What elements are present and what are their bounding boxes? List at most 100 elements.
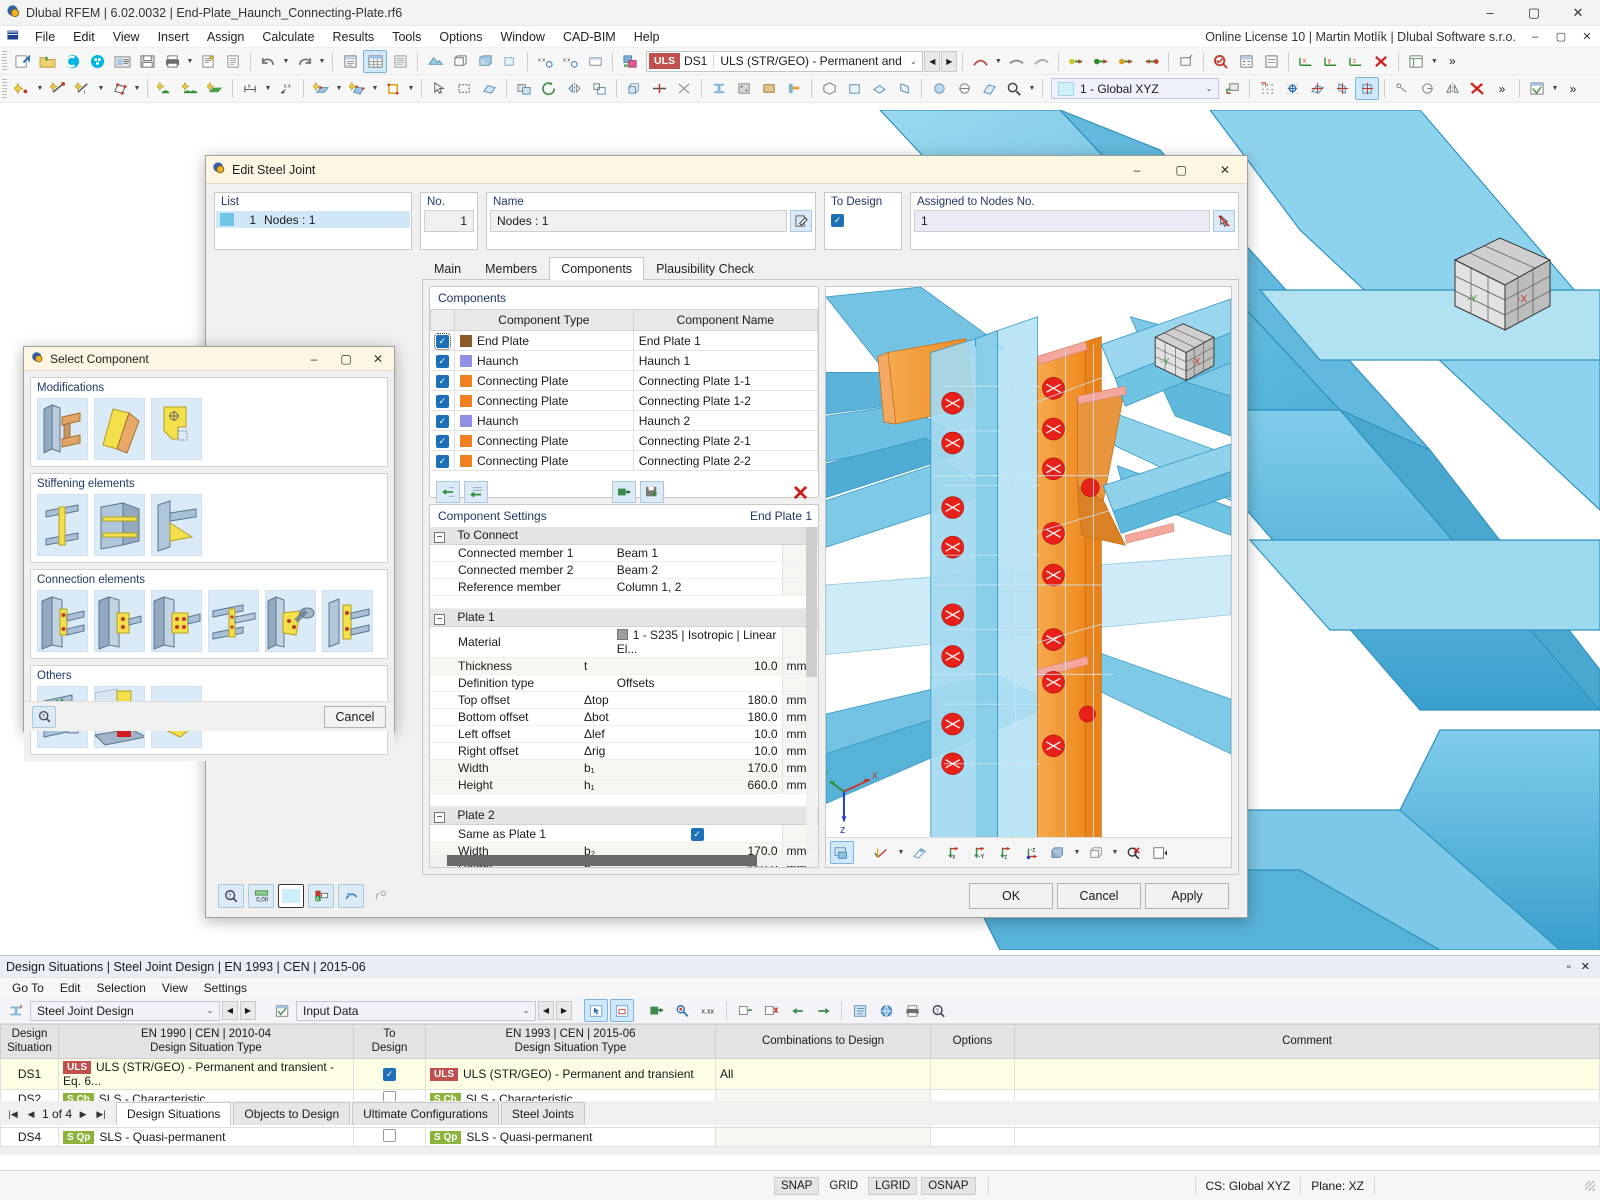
module-next-button[interactable]: ▶ <box>240 1001 256 1020</box>
table-help-icon[interactable]: ? <box>926 999 950 1022</box>
web-help-icon[interactable] <box>874 999 898 1022</box>
view-along-y-icon[interactable]: -Y <box>968 841 992 864</box>
apply-button[interactable]: Apply <box>1145 883 1229 909</box>
open-table-icon[interactable] <box>1525 77 1549 100</box>
toolbar-grip-2[interactable] <box>2 78 7 99</box>
rotate-icon[interactable] <box>537 77 561 100</box>
work-plane-xz-icon[interactable] <box>1355 77 1379 100</box>
sc-maximize-button[interactable]: ▢ <box>330 347 362 371</box>
settings-row[interactable]: Left offset Δlef 10.0 mm <box>430 725 818 743</box>
component-thumb-four-bolt-plate[interactable] <box>151 590 202 652</box>
name-field[interactable]: Nodes : 1 <box>490 210 787 232</box>
redo-icon[interactable] <box>292 50 316 73</box>
deformation-caret[interactable]: ▼ <box>993 50 1003 73</box>
sc-minimize-button[interactable]: – <box>298 347 330 371</box>
settings-row-value[interactable]: 180.0 <box>612 708 782 726</box>
model-properties-icon[interactable] <box>110 50 134 73</box>
show-numbering-icon[interactable]: x.x <box>533 50 557 73</box>
status-lgrid-toggle[interactable]: LGRID <box>868 1176 918 1195</box>
settings-row[interactable]: Definition type Offsets <box>430 674 818 692</box>
doc-minimize-button[interactable]: – <box>1522 26 1548 48</box>
row-checkbox[interactable]: ✓ <box>435 435 449 448</box>
transparent-model-icon[interactable] <box>498 50 522 73</box>
delete-component-icon[interactable] <box>788 481 812 503</box>
delete-selection-icon[interactable] <box>1465 77 1489 100</box>
table-settings-icon[interactable] <box>848 999 872 1022</box>
dialog-maximize-button[interactable]: ▢ <box>1159 156 1203 184</box>
resize-grip-icon[interactable] <box>1585 1180 1595 1191</box>
row-en1990[interactable]: S Qp SLS - Quasi-permanent <box>58 1126 354 1147</box>
viewport-render-mode-icon[interactable] <box>830 841 854 864</box>
toolbar-overflow-3[interactable]: » <box>1561 77 1585 100</box>
bim-import-icon[interactable] <box>85 50 109 73</box>
components-table[interactable]: Component Type Component Name ✓ End Plat… <box>430 309 819 471</box>
doc-restore-button[interactable]: ▢ <box>1548 26 1574 48</box>
row-checkbox[interactable]: ✓ <box>435 375 449 388</box>
print-icon[interactable] <box>160 50 184 73</box>
same-as-plate1-checkbox[interactable]: ✓ <box>690 828 704 841</box>
sheet-tab-ultimate-configurations[interactable]: Ultimate Configurations <box>352 1102 499 1125</box>
new-member-icon[interactable]: I <box>71 77 95 100</box>
view-top-icon[interactable] <box>867 77 891 100</box>
menu-item-edit[interactable]: Edit <box>64 28 104 46</box>
move-component-down-icon[interactable] <box>464 481 488 503</box>
mirror-icon[interactable] <box>562 77 586 100</box>
calculate-all-icon[interactable] <box>1234 50 1258 73</box>
export-table-icon[interactable] <box>644 999 668 1022</box>
settings-row[interactable]: Right offset Δrig 10.0 mm <box>430 742 818 760</box>
viewport-shading-caret[interactable]: ▼ <box>1072 841 1082 864</box>
component-thumb-notch[interactable] <box>151 398 202 460</box>
view-iso-icon[interactable] <box>817 77 841 100</box>
pick-lines-icon[interactable] <box>452 77 476 100</box>
row-en1990[interactable]: ULS ULS (STR/GEO) - Permanent and transie… <box>58 1057 354 1090</box>
component-thumb-fin-plate[interactable] <box>37 590 88 652</box>
settings-row[interactable]: Height h₁ 660.0 mm <box>430 776 818 794</box>
open-file-icon[interactable] <box>35 50 59 73</box>
collapse-toggle-icon[interactable]: − <box>434 532 445 543</box>
check-plausibility-icon[interactable] <box>1209 50 1233 73</box>
table-row[interactable]: ✓ Connecting Plate Connecting Plate 1-1 <box>430 370 819 391</box>
row-checkbox[interactable]: ✓ <box>435 355 449 368</box>
sheet-tab-objects-to-design[interactable]: Objects to Design <box>233 1102 351 1125</box>
load-case-next-button[interactable]: ▶ <box>941 50 958 72</box>
undo-icon[interactable] <box>256 50 280 73</box>
coordinate-system-combo[interactable]: 1 - Global XYZ ⌄ <box>1051 78 1219 99</box>
viewport-panel-toggle-icon[interactable] <box>1148 841 1172 864</box>
new-printout-report-icon[interactable] <box>196 50 220 73</box>
table-panel-icon[interactable] <box>363 49 387 73</box>
data-view-prev-button[interactable]: ◀ <box>538 1001 554 1020</box>
settings-group-header[interactable]: − Plate 1 <box>430 608 818 627</box>
menu-item-insert[interactable]: Insert <box>149 28 198 46</box>
pick-surfaces-icon[interactable] <box>477 77 501 100</box>
doc-close-button[interactable]: ✕ <box>1574 26 1600 48</box>
results-table-icon[interactable] <box>388 50 412 73</box>
btm-menu-selection[interactable]: Selection <box>89 979 154 997</box>
design-situations-table[interactable]: Design Situation EN 1990 | CEN | 2010-04… <box>0 1024 1600 1147</box>
new-cs-icon[interactable] <box>1220 77 1244 100</box>
panel-restore-button[interactable]: ▫ <box>1559 961 1579 973</box>
redo-dropdown-caret[interactable]: ▼ <box>317 50 327 73</box>
menu-item-view[interactable]: View <box>104 28 149 46</box>
menu-item-file[interactable]: File <box>26 28 64 46</box>
settings-row[interactable]: Connected member 2 Beam 2 <box>430 561 818 579</box>
navigator-panel-icon[interactable] <box>338 50 362 73</box>
list-row[interactable]: 1 Nodes : 1 <box>216 211 410 228</box>
show-deformation-icon[interactable] <box>968 50 992 73</box>
settings-row[interactable]: Top offset Δtop 180.0 mm <box>430 691 818 709</box>
menu-item-help[interactable]: Help <box>625 28 669 46</box>
settings-row[interactable]: Material 1 - S235 | Isotropic | Linear E… <box>430 626 818 658</box>
btm-menu-goto[interactable]: Go To <box>4 979 52 997</box>
pager-next-icon[interactable]: ▶ <box>76 1109 90 1120</box>
status-osnap-toggle[interactable]: OSNAP <box>921 1176 976 1195</box>
settings-horizontal-scrollbar[interactable] <box>431 855 817 866</box>
settings-row-value[interactable]: Beam 1 <box>612 544 782 562</box>
calculate-selected-icon[interactable] <box>1259 50 1283 73</box>
work-plane-xy-icon[interactable] <box>1305 77 1329 100</box>
collapse-toggle-icon[interactable]: − <box>434 614 445 625</box>
joint-list-panel[interactable]: List 1 Nodes : 1 <box>214 192 412 250</box>
table-row[interactable]: ✓ Connecting Plate Connecting Plate 1-2 <box>430 390 819 411</box>
table-row[interactable]: ✓ Haunch Haunch 2 <box>430 410 819 431</box>
btm-menu-edit[interactable]: Edit <box>52 979 89 997</box>
sc-close-button[interactable]: ✕ <box>362 347 394 371</box>
status-snap-toggle[interactable]: SNAP <box>774 1176 820 1195</box>
